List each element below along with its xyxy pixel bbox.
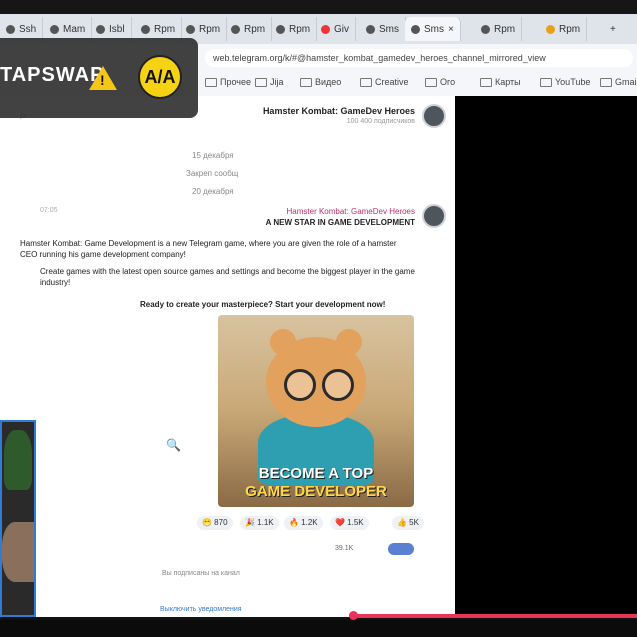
video-progress-handle[interactable]: [349, 611, 358, 620]
message-paragraph: Create games with the latest open source…: [40, 267, 415, 287]
message-paragraph: Hamster Kombat: Game Development is a ne…: [20, 239, 397, 259]
zoom-icon[interactable]: 🔍: [166, 438, 181, 452]
mute-button[interactable]: Выключить уведомления: [160, 606, 242, 613]
glasses-icon: [284, 369, 316, 401]
favicon-icon: [141, 24, 150, 34]
folder-icon: [255, 77, 267, 87]
reaction-chip[interactable]: 🎉 1.1K: [240, 516, 279, 530]
video-black-area: [455, 96, 637, 617]
folder-icon: [205, 77, 217, 87]
service-message: Закреп сообщ: [186, 169, 239, 178]
folder-icon: [300, 77, 312, 87]
reaction-chip[interactable]: ❤️ 1.5K: [330, 516, 369, 530]
tab[interactable]: Sms: [360, 17, 406, 41]
bookmark-item[interactable]: Gmail: [600, 77, 637, 87]
post-image[interactable]: BECOME A TOP GAME DEVELOPER: [218, 315, 414, 507]
bookmark-item[interactable]: Карты: [480, 77, 521, 87]
channel-title[interactable]: Hamster Kombat: GameDev Heroes: [263, 106, 415, 116]
folder-icon: [600, 77, 612, 87]
tab[interactable]: Giv: [315, 17, 356, 41]
bookmark-item[interactable]: YouTube: [540, 77, 590, 87]
bookmark-item[interactable]: Creative: [360, 77, 409, 87]
close-icon[interactable]: ×: [448, 24, 454, 35]
reaction-chip[interactable]: 🔥 1.2K: [284, 516, 323, 530]
tab[interactable]: Rpm: [270, 17, 318, 41]
favicon-icon: [50, 24, 59, 34]
date-separator: 15 декабря: [192, 151, 234, 160]
image-caption: GAME DEVELOPER: [245, 483, 387, 500]
channel-avatar[interactable]: [422, 104, 446, 128]
favicon-icon: [276, 24, 285, 34]
favicon-icon: [231, 24, 240, 34]
message-headline: A NEW STAR IN GAME DEVELOPMENT: [265, 218, 415, 227]
tab[interactable]: Rpm: [475, 17, 523, 41]
plus-icon: +: [610, 23, 616, 35]
new-tab-button[interactable]: +: [604, 17, 622, 41]
folder-icon: [360, 77, 372, 87]
plant: [4, 430, 32, 490]
favicon-icon: [481, 24, 490, 34]
tab[interactable]: Rpm: [540, 17, 588, 41]
reaction-chip[interactable]: 😁 870: [197, 516, 233, 530]
message-sender[interactable]: Hamster Kombat: GameDev Heroes: [287, 207, 416, 216]
folder-icon: [540, 77, 552, 87]
favicon-icon: [321, 24, 330, 34]
video-progress-bar[interactable]: [352, 614, 637, 618]
glasses-icon: [322, 369, 354, 401]
folder-icon: [480, 77, 492, 87]
channel-logo: A/A: [138, 55, 182, 99]
bookmark-item[interactable]: Видео: [300, 77, 341, 87]
bookmark-item[interactable]: Прочее: [205, 77, 251, 87]
tab-active[interactable]: Sms ×: [405, 17, 461, 41]
stream-overlay-banner: TAPSWAP ! A/A: [0, 38, 198, 118]
favicon-icon: [366, 24, 375, 34]
subscription-note: Вы подписаны на канал: [162, 570, 240, 577]
bookmark-item[interactable]: Jija: [255, 77, 284, 87]
views-count: 39.1K: [335, 545, 354, 552]
top-letterbox: [0, 0, 637, 14]
favicon-icon: [411, 24, 420, 34]
favicon-icon: [186, 24, 195, 34]
favicon-icon: [546, 24, 555, 34]
date-separator: 20 декабря: [192, 187, 234, 196]
favicon-icon: [6, 24, 15, 34]
reaction-chip[interactable]: 👍 5K: [392, 516, 424, 530]
commenters-avatars[interactable]: [388, 543, 414, 555]
sender-avatar[interactable]: [422, 204, 446, 228]
tab[interactable]: Rpm: [225, 17, 273, 41]
folder-icon: [425, 77, 437, 87]
bookmark-item[interactable]: Ого: [425, 77, 455, 87]
webcam-overlay: [0, 420, 36, 617]
channel-subtitle: 100 400 подписчиков: [346, 118, 415, 125]
favicon-icon: [96, 24, 105, 34]
bottom-letterbox: [0, 620, 637, 637]
message-time: 07:05: [40, 207, 58, 214]
message-paragraph: Ready to create your masterpiece? Start …: [140, 300, 386, 309]
streamer-face: [2, 522, 34, 582]
warning-icon: !: [89, 66, 117, 90]
image-caption: BECOME A TOP: [258, 465, 374, 482]
url-field[interactable]: web.telegram.org/k/#@hamster_kombat_game…: [205, 49, 633, 67]
